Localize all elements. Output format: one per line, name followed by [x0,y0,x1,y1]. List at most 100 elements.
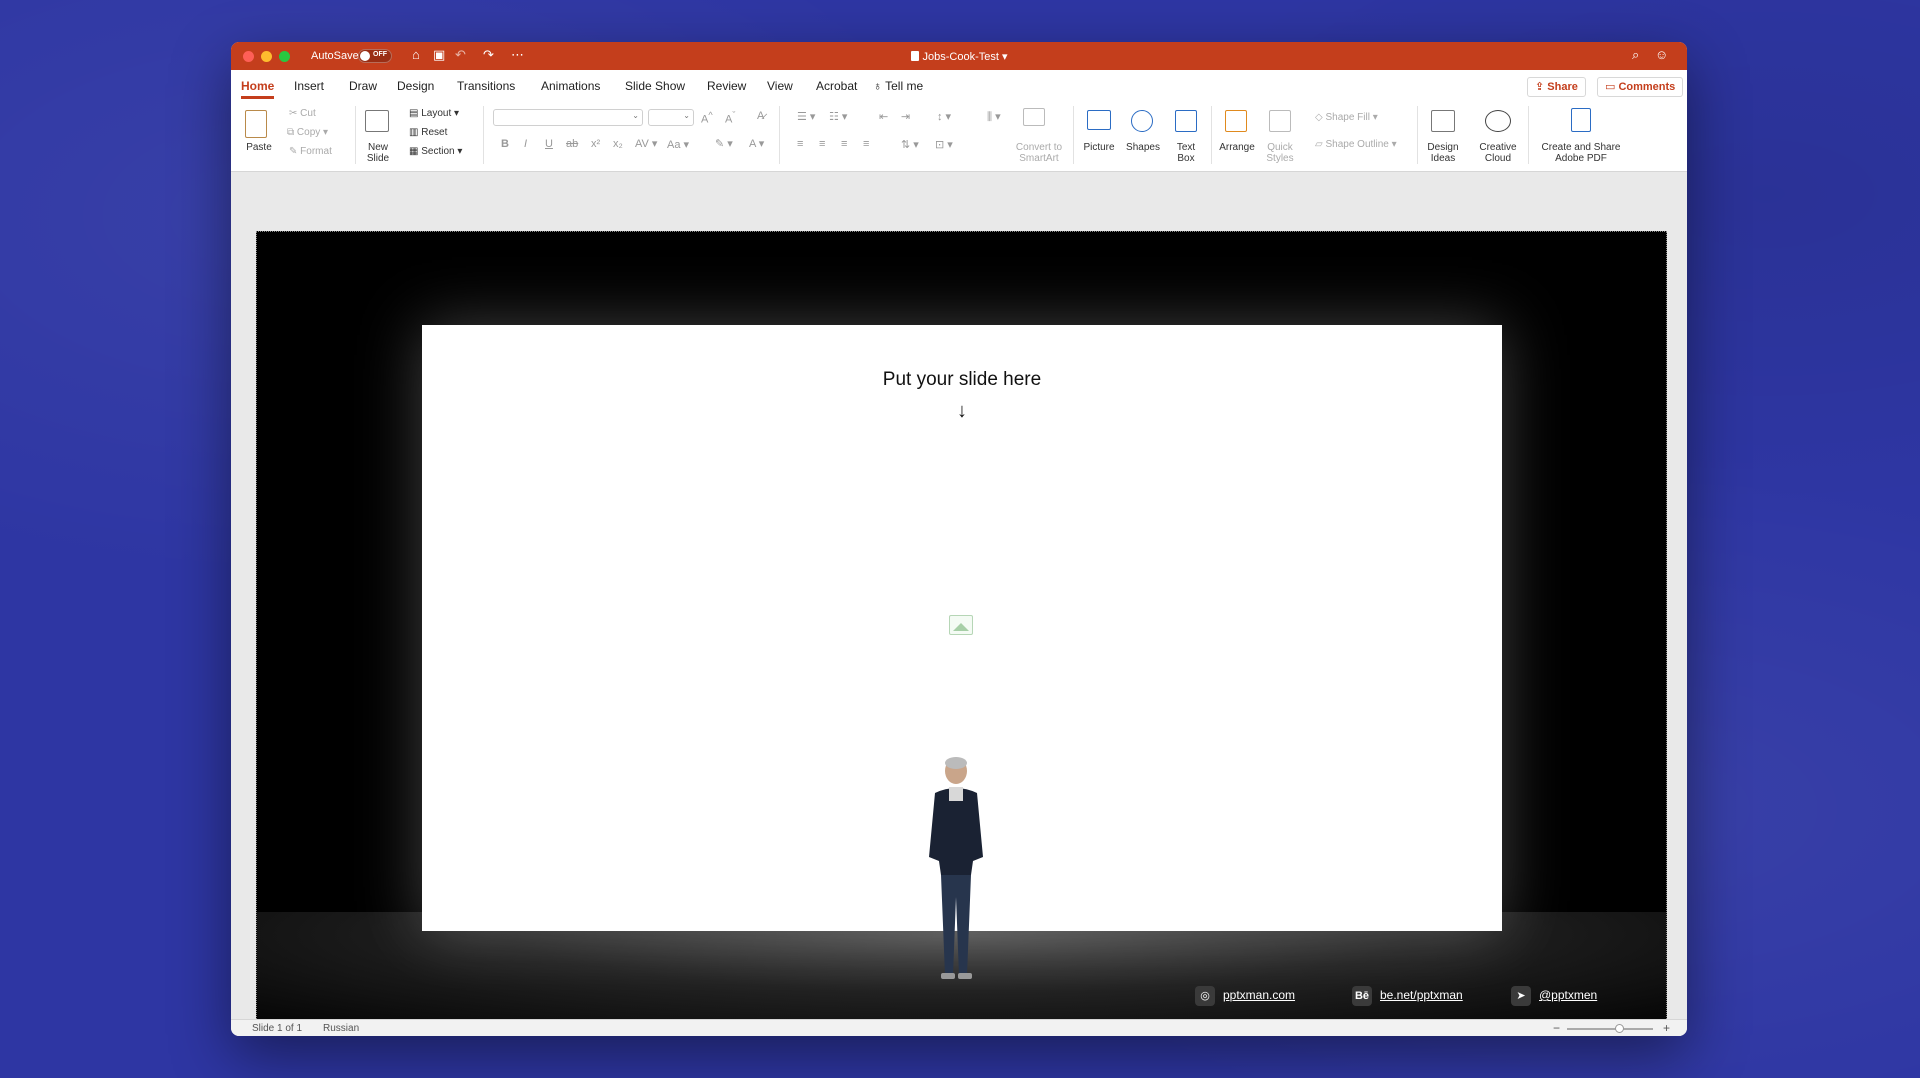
tab-review[interactable]: Review [707,79,746,93]
underline-icon[interactable]: U [545,138,553,150]
adobe-pdf-icon[interactable] [1571,108,1591,132]
zoom-in-button[interactable]: + [1663,1021,1670,1035]
italic-icon[interactable]: I [524,138,527,150]
text-box-icon[interactable] [1175,110,1197,132]
design-ideas-icon[interactable] [1431,110,1455,132]
section-button[interactable]: ▦ Section ▾ [409,146,462,157]
new-slide-icon[interactable] [365,110,389,132]
divider [355,106,356,164]
telegram-icon: ➤ [1511,986,1531,1006]
lightbulb-icon: ♁ [873,79,882,93]
divider [1417,106,1418,164]
new-slide-button[interactable]: New Slide [361,142,395,164]
text-direction-icon[interactable]: ⇅ ▾ [901,138,919,151]
picture-icon[interactable] [1087,110,1111,130]
increase-indent-icon[interactable]: ⇥ [901,110,910,123]
align-left-icon[interactable]: ≡ [797,138,803,150]
status-bar: Slide 1 of 1 Russian − + [231,1019,1687,1036]
ribbon-home: Paste ✂ Cut ⧉ Copy ▾ ✎ Format New Slide … [231,100,1687,172]
shapes-button[interactable]: Shapes [1125,142,1161,153]
tab-slide-show[interactable]: Slide Show [625,79,685,93]
copy-button[interactable]: ⧉ Copy ▾ [287,127,328,138]
reset-button[interactable]: ▥ Reset [409,127,447,138]
design-ideas-button[interactable]: Design Ideas [1425,142,1461,164]
columns-icon[interactable]: ⫼ ▾ [987,110,1001,124]
telegram-link[interactable]: ➤ @pptxmen [1511,986,1597,1008]
format-painter-button[interactable]: ✎ Format [289,146,332,157]
website-link[interactable]: ◎ pptxman.com [1195,986,1295,1008]
tell-me-search[interactable]: ♁ Tell me [873,79,923,93]
align-right-icon[interactable]: ≡ [841,138,847,150]
divider [1211,106,1212,164]
font-size-select[interactable]: ⌄ [648,109,694,126]
cut-button[interactable]: ✂ Cut [289,108,316,119]
decrease-font-icon[interactable]: Aˇ [725,110,735,126]
shape-outline-button[interactable]: ▱ Shape Outline ▾ [1315,139,1397,150]
picture-button[interactable]: Picture [1081,142,1117,153]
zoom-slider-handle[interactable] [1615,1024,1624,1033]
down-arrow-icon: ↓ [957,400,967,422]
smartart-icon[interactable] [1023,108,1045,126]
ribbon-tabs: Home Insert Draw Design Transitions Anim… [231,70,1687,100]
superscript-icon[interactable]: x² [591,138,600,150]
increase-font-icon[interactable]: A^ [701,110,713,126]
clear-formatting-icon[interactable]: A̷ [757,110,764,122]
image-placeholder-icon[interactable] [949,615,973,635]
bold-icon[interactable]: B [501,138,509,150]
text-box-button[interactable]: Text Box [1171,142,1201,164]
tab-animations[interactable]: Animations [541,79,600,93]
line-spacing-icon[interactable]: ↕ ▾ [937,110,951,123]
behance-link[interactable]: Bē be.net/pptxman [1352,986,1463,1008]
share-button[interactable]: ⇪ Share [1527,77,1586,97]
comments-button[interactable]: ▭ Comments [1597,77,1684,97]
language-indicator[interactable]: Russian [323,1023,359,1034]
account-icon[interactable]: ☺ [1655,47,1668,62]
document-title[interactable]: Jobs-Cook-Test ▾ [231,50,1687,63]
justify-icon[interactable]: ≡ [863,138,869,150]
tab-acrobat[interactable]: Acrobat [816,79,857,93]
create-share-pdf-button[interactable]: Create and Share Adobe PDF [1537,142,1625,164]
shape-fill-button[interactable]: ◇ Shape Fill ▾ [1315,112,1378,123]
tab-insert[interactable]: Insert [294,79,324,93]
align-text-icon[interactable]: ⊡ ▾ [935,138,953,151]
tab-home[interactable]: Home [241,79,275,99]
creative-cloud-icon[interactable] [1485,110,1511,132]
slide-editing-area[interactable]: Put your slide here ↓ ◎ pptxman.com Bē be.… [231,172,1687,1023]
convert-smartart-button[interactable]: Convert to SmartArt [1011,142,1067,164]
tab-view[interactable]: View [767,79,793,93]
zoom-slider[interactable] [1567,1028,1653,1030]
arrange-button[interactable]: Arrange [1217,142,1257,153]
tab-draw[interactable]: Draw [349,79,377,93]
tab-transitions[interactable]: Transitions [457,79,515,93]
divider [1528,106,1529,164]
paste-icon[interactable] [245,110,267,138]
powerpoint-window: AutoSave OFF ⌂ ▣ ↶ ↷ ⋯ Jobs-Cook-Test ▾ … [231,42,1687,1036]
align-center-icon[interactable]: ≡ [819,138,825,150]
paste-button[interactable]: Paste [241,142,277,153]
creative-cloud-button[interactable]: Creative Cloud [1477,142,1519,164]
tab-design[interactable]: Design [397,79,434,93]
search-icon[interactable]: ⌕ [1632,47,1639,63]
quick-styles-button[interactable]: Quick Styles [1263,142,1297,164]
divider [483,106,484,164]
arrange-icon[interactable] [1225,110,1247,132]
globe-icon: ◎ [1195,986,1215,1006]
change-case-icon[interactable]: Aa ▾ [667,138,689,151]
character-spacing-icon[interactable]: AV ▾ [635,137,657,150]
slide-placeholder-title[interactable]: Put your slide here [422,369,1502,391]
highlight-icon[interactable]: ✎ ▾ [715,137,733,150]
numbering-icon[interactable]: ☷ ▾ [829,110,847,123]
font-name-select[interactable]: ⌄ [493,109,643,126]
zoom-out-button[interactable]: − [1553,1021,1560,1035]
presenter-figure [929,757,983,979]
behance-icon: Bē [1352,986,1372,1006]
shapes-icon[interactable] [1131,110,1153,132]
layout-button[interactable]: ▤ Layout ▾ [409,108,459,119]
font-color-icon[interactable]: A ▾ [749,137,764,150]
bullets-icon[interactable]: ☰ ▾ [797,110,815,123]
subscript-icon[interactable]: x₂ [613,138,623,150]
strikethrough-icon[interactable]: ab [566,138,578,150]
decrease-indent-icon[interactable]: ⇤ [879,110,888,123]
quick-styles-icon[interactable] [1269,110,1291,132]
slide[interactable]: Put your slide here ↓ ◎ pptxman.com Bē be.… [256,231,1667,1023]
